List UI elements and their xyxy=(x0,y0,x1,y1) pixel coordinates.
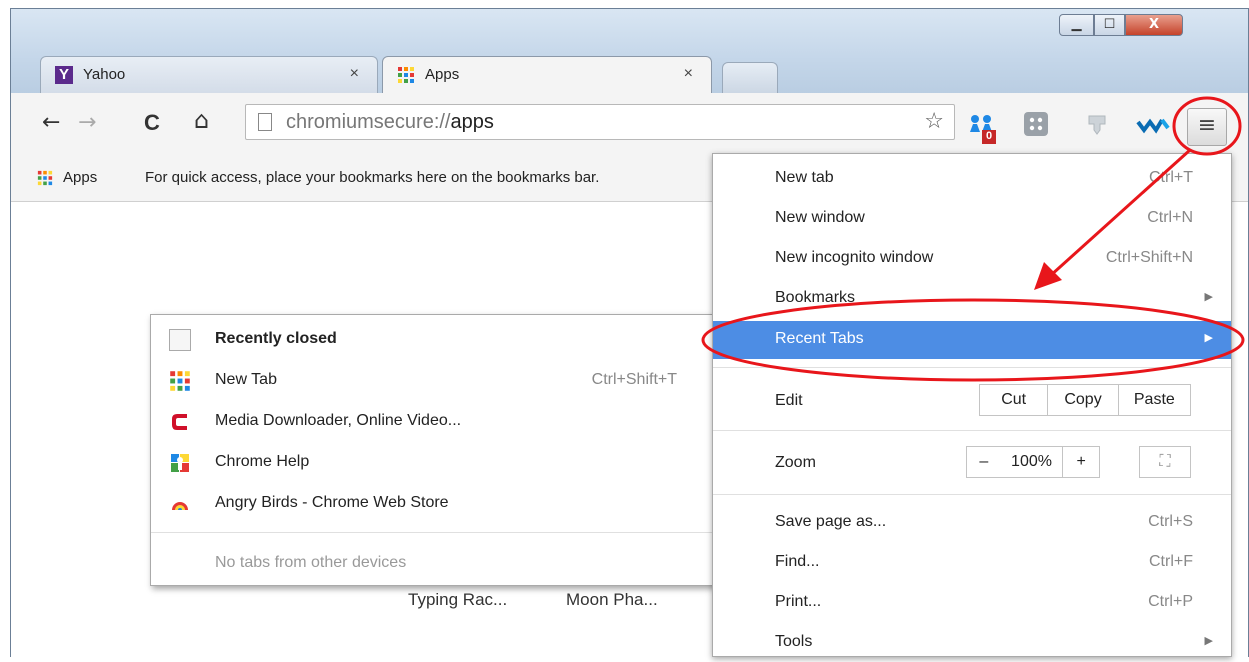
annotation-arrow-line xyxy=(1048,148,1192,278)
annotation-arrowhead xyxy=(1034,262,1062,290)
annotation-ellipse-recent-tabs xyxy=(701,298,1245,382)
annotation-overlay xyxy=(701,96,1245,382)
annotation-circle-menu-button xyxy=(1172,96,1242,156)
